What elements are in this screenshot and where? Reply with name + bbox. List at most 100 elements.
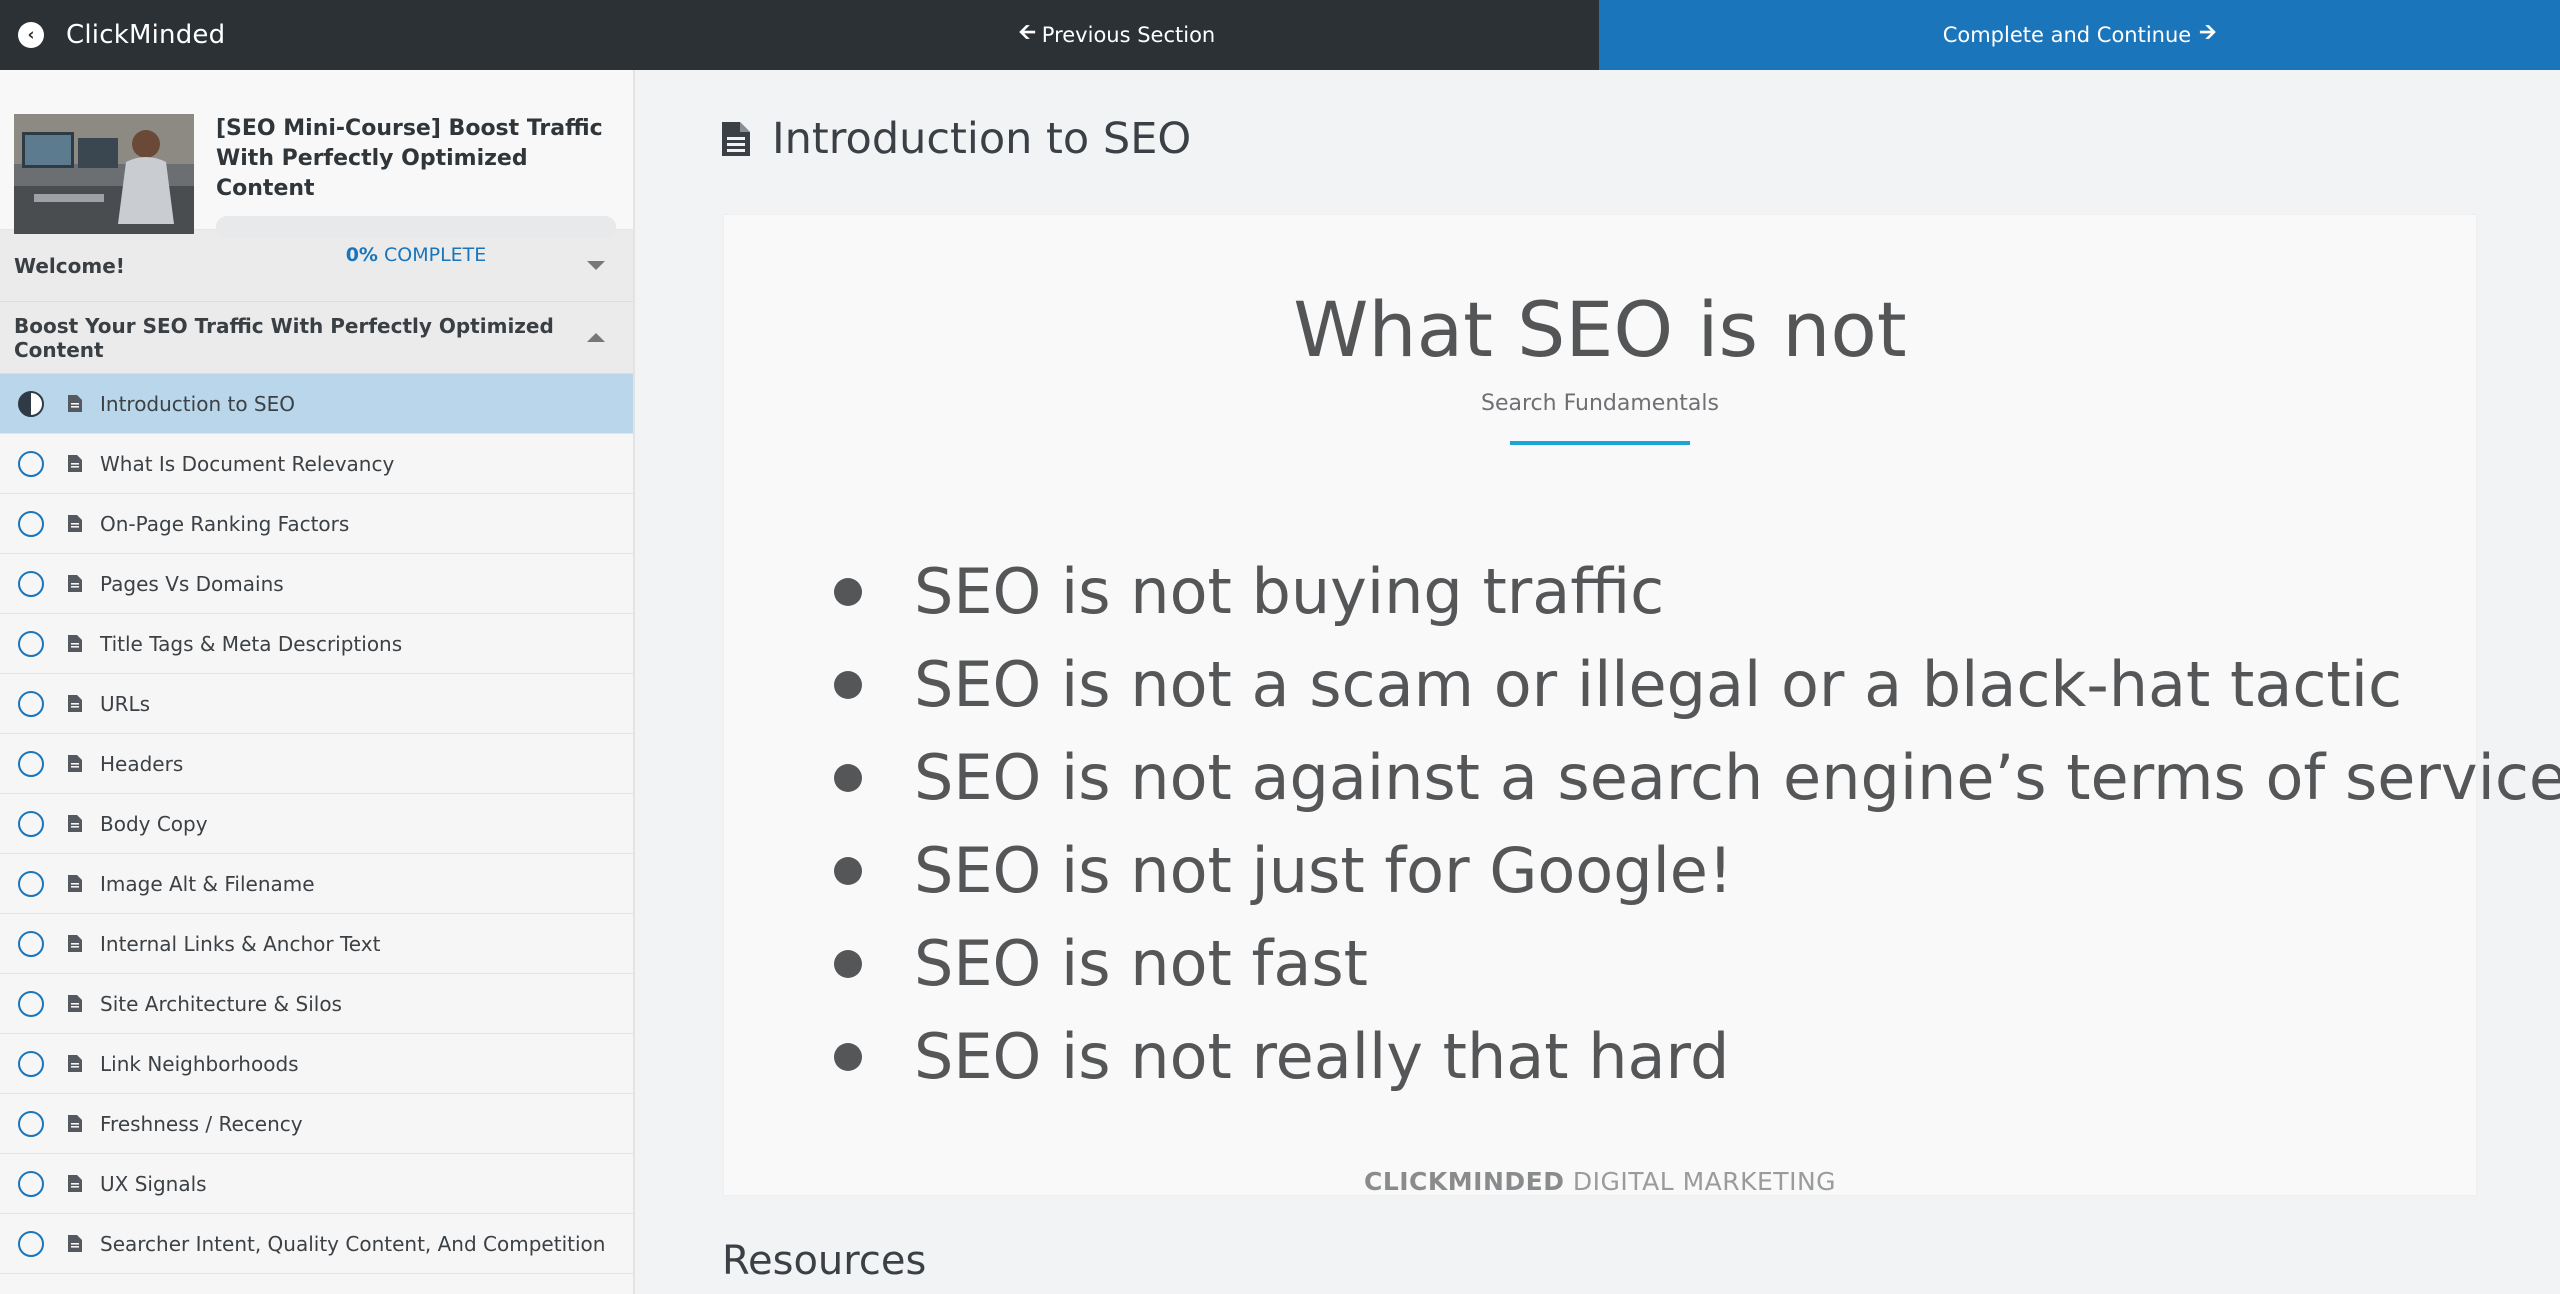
- section-header-welcome[interactable]: Welcome!: [0, 230, 633, 302]
- empty-circle-status-icon: [18, 990, 44, 1017]
- lesson-item[interactable]: On-Page Ranking Factors: [0, 494, 633, 554]
- lecture-title: Introduction to SEO: [772, 114, 1192, 164]
- document-icon: [68, 875, 82, 892]
- document-icon: [68, 635, 82, 652]
- bullet-text: SEO is not just for Google!: [914, 834, 1733, 907]
- lesson-item[interactable]: Internal Links & Anchor Text: [0, 914, 633, 974]
- section-header-boost-seo[interactable]: Boost Your SEO Traffic With Perfectly Op…: [0, 302, 633, 374]
- course-progress-bar: [216, 216, 616, 238]
- lesson-item[interactable]: Site Architecture & Silos: [0, 974, 633, 1034]
- brand-area[interactable]: ‹ ClickMinded: [0, 0, 635, 70]
- bullet-dot-icon: [834, 856, 862, 885]
- back-circle-icon[interactable]: ‹: [18, 22, 44, 48]
- course-header: [SEO Mini-Course] Boost Traffic With Per…: [0, 70, 633, 266]
- bullet-dot-icon: [834, 763, 862, 792]
- slide-bullet: SEO is not a scam or illegal or a black-…: [834, 638, 2560, 731]
- lesson-item[interactable]: Headers: [0, 734, 633, 794]
- lesson-item[interactable]: Link Neighborhoods: [0, 1034, 633, 1094]
- lesson-item[interactable]: Body Copy: [0, 794, 633, 854]
- document-icon: [68, 995, 82, 1012]
- previous-section-button[interactable]: 🡨 Previous Section: [635, 0, 1599, 70]
- caret-down-icon: [587, 261, 605, 270]
- lesson-item[interactable]: Introduction to SEO: [0, 374, 633, 434]
- lesson-item[interactable]: What Is Document Relevancy: [0, 434, 633, 494]
- lesson-label: Introduction to SEO: [100, 391, 295, 416]
- lesson-label: Internal Links & Anchor Text: [100, 931, 381, 956]
- course-title: [SEO Mini-Course] Boost Traffic With Per…: [216, 116, 603, 201]
- top-bar: ‹ ClickMinded 🡨 Previous Section Complet…: [0, 0, 2560, 70]
- document-icon: [68, 1235, 82, 1252]
- lesson-label: Pages Vs Domains: [100, 571, 284, 596]
- empty-circle-status-icon: [18, 930, 44, 957]
- empty-circle-status-icon: [18, 690, 44, 717]
- bullet-dot-icon: [834, 1042, 862, 1071]
- slide-bullets: SEO is not buying traffic SEO is not a sc…: [834, 545, 2560, 1103]
- slide-bullet: SEO is not really that hard: [834, 1010, 2560, 1103]
- document-icon: [722, 122, 750, 156]
- course-meta: [SEO Mini-Course] Boost Traffic With Per…: [216, 114, 616, 266]
- slide-divider: [1510, 441, 1690, 445]
- slide-bullet: SEO is not just for Google!: [834, 824, 2560, 917]
- lesson-label: Body Copy: [100, 811, 208, 836]
- document-icon: [68, 1115, 82, 1132]
- empty-circle-status-icon: [18, 450, 44, 477]
- lesson-item[interactable]: Freshness / Recency: [0, 1094, 633, 1154]
- lesson-item[interactable]: UX Signals: [0, 1154, 633, 1214]
- lesson-label: Searcher Intent, Quality Content, And Co…: [100, 1231, 606, 1256]
- section-title: Boost Your SEO Traffic With Perfectly Op…: [14, 313, 554, 362]
- empty-circle-status-icon: [18, 750, 44, 777]
- progress-percent: 0%: [345, 244, 378, 266]
- empty-circle-status-icon: [18, 1110, 44, 1137]
- lesson-item[interactable]: Title Tags & Meta Descriptions: [0, 614, 633, 674]
- slide-footer-rest: DIGITAL MARKETING: [1564, 1167, 1837, 1196]
- lesson-label: Title Tags & Meta Descriptions: [100, 631, 403, 656]
- lecture-main: Introduction to SEO What SEO is not Sear…: [637, 70, 2560, 1294]
- resources-heading: Resources: [722, 1238, 927, 1284]
- document-icon: [68, 1175, 82, 1192]
- previous-section-label: Previous Section: [1041, 23, 1216, 47]
- section-title: Welcome!: [14, 253, 125, 278]
- document-icon: [68, 1055, 82, 1072]
- complete-and-continue-button[interactable]: Complete and Continue 🡪: [1599, 0, 2560, 70]
- bullet-dot-icon: [834, 577, 862, 606]
- arrow-right-icon: 🡪: [2199, 19, 2217, 44]
- bullet-dot-icon: [834, 670, 862, 699]
- document-icon: [68, 695, 82, 712]
- lesson-label: Site Architecture & Silos: [100, 991, 342, 1016]
- bullet-text: SEO is not a scam or illegal or a black-…: [914, 648, 2403, 721]
- document-icon: [68, 575, 82, 592]
- bullet-text: SEO is not really that hard: [914, 1020, 1730, 1093]
- slide-footer: CLICKMINDED DIGITAL MARKETING: [724, 1167, 2476, 1196]
- lesson-item[interactable]: Image Alt & Filename: [0, 854, 633, 914]
- bullet-text: SEO is not fast: [914, 927, 1368, 1000]
- lesson-label: Image Alt & Filename: [100, 871, 315, 896]
- brand-name: ClickMinded: [66, 20, 226, 50]
- empty-circle-status-icon: [18, 1050, 44, 1077]
- empty-circle-status-icon: [18, 630, 44, 657]
- lesson-item[interactable]: Searcher Intent, Quality Content, And Co…: [0, 1214, 633, 1274]
- lesson-item[interactable]: Pages Vs Domains: [0, 554, 633, 614]
- document-icon: [68, 935, 82, 952]
- lesson-label: Headers: [100, 751, 184, 776]
- empty-circle-status-icon: [18, 1230, 44, 1257]
- caret-up-icon: [587, 333, 605, 342]
- slide: What SEO is not Search Fundamentals SEO …: [723, 214, 2560, 1196]
- empty-circle-status-icon: [18, 810, 44, 837]
- bullet-text: SEO is not buying traffic: [914, 555, 1665, 628]
- progress-suffix: COMPLETE: [384, 244, 487, 266]
- empty-circle-status-icon: [18, 570, 44, 597]
- document-icon: [68, 815, 82, 832]
- slide-bullet: SEO is not against a search engine’s ter…: [834, 731, 2560, 824]
- document-icon: [68, 455, 82, 472]
- document-icon: [68, 515, 82, 532]
- slide-bullet: SEO is not buying traffic: [834, 545, 2560, 638]
- slide-title: What SEO is not: [1293, 285, 1907, 374]
- empty-circle-status-icon: [18, 870, 44, 897]
- lesson-label: What Is Document Relevancy: [100, 451, 395, 476]
- bullet-dot-icon: [834, 949, 862, 978]
- lesson-label: On-Page Ranking Factors: [100, 511, 350, 536]
- course-progress-text: 0% COMPLETE: [216, 244, 616, 266]
- lesson-item[interactable]: URLs: [0, 674, 633, 734]
- complete-and-continue-label: Complete and Continue: [1942, 23, 2192, 47]
- lesson-label: Freshness / Recency: [100, 1111, 303, 1136]
